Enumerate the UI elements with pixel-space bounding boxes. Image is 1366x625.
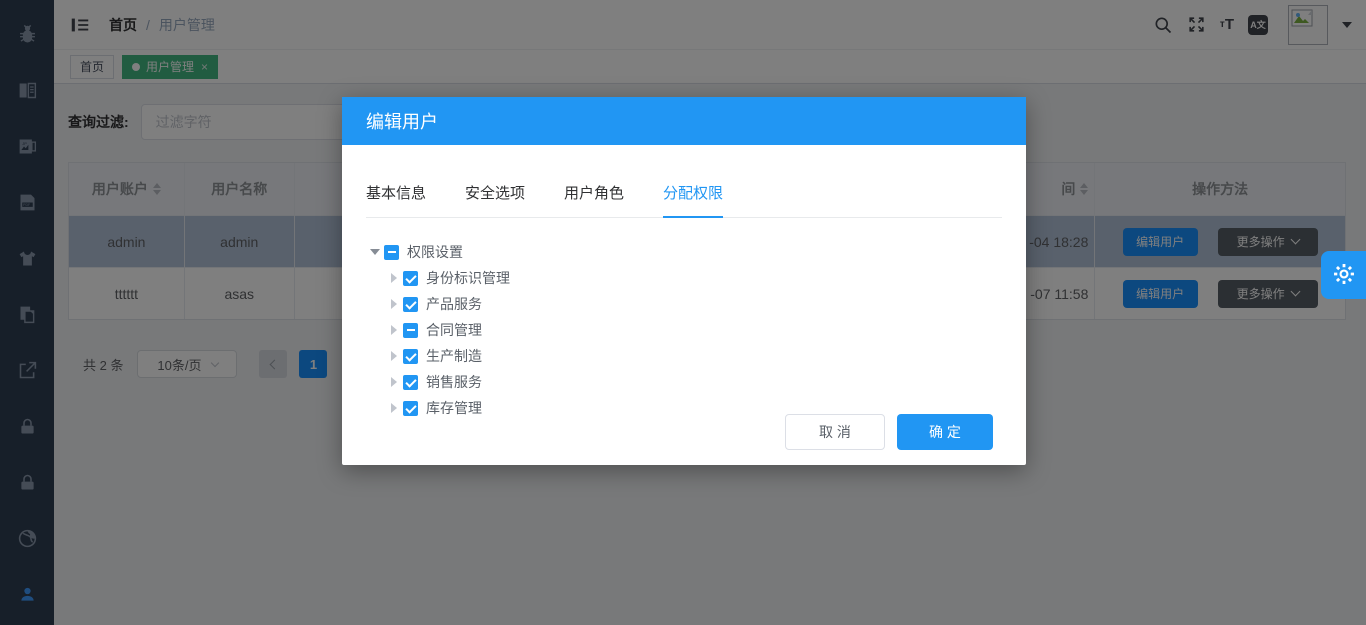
dialog-tabs: 基本信息 安全选项 用户角色 分配权限: [366, 182, 1002, 218]
tree-node[interactable]: 产品服务: [389, 291, 1026, 317]
tab-user-roles[interactable]: 用户角色: [564, 182, 624, 218]
checkbox-checked[interactable]: [403, 401, 418, 416]
tree-node-label: 销售服务: [426, 372, 482, 392]
gear-icon: [1331, 261, 1357, 290]
tree-node-label: 身份标识管理: [426, 268, 510, 288]
dialog-footer: 取 消 确 定: [785, 414, 993, 450]
tab-basic-info[interactable]: 基本信息: [366, 182, 426, 218]
checkbox-indeterminate[interactable]: [384, 245, 399, 260]
checkbox-checked[interactable]: [403, 349, 418, 364]
caret-collapsed-icon[interactable]: [389, 403, 403, 413]
checkbox-checked[interactable]: [403, 297, 418, 312]
caret-expanded-icon[interactable]: [370, 244, 384, 260]
caret-collapsed-icon[interactable]: [389, 299, 403, 309]
tree-node[interactable]: 身份标识管理: [389, 265, 1026, 291]
tree-node-root[interactable]: 权限设置: [370, 239, 1026, 265]
dialog-header: 编辑用户: [342, 97, 1026, 145]
settings-fab[interactable]: [1321, 251, 1366, 299]
permission-tree: 权限设置 身份标识管理 产品服务 合同管理 生产制造 销售服务: [370, 239, 1026, 421]
tree-node[interactable]: 销售服务: [389, 369, 1026, 395]
caret-collapsed-icon[interactable]: [389, 325, 403, 335]
tree-node-label: 权限设置: [407, 242, 463, 262]
tree-node-label: 生产制造: [426, 346, 482, 366]
checkbox-indeterminate[interactable]: [403, 323, 418, 338]
caret-collapsed-icon[interactable]: [389, 377, 403, 387]
dialog-title: 编辑用户: [366, 108, 438, 134]
tab-assign-permissions[interactable]: 分配权限: [663, 182, 723, 218]
tree-node[interactable]: 合同管理: [389, 317, 1026, 343]
confirm-button[interactable]: 确 定: [897, 414, 993, 450]
edit-user-dialog: 编辑用户 基本信息 安全选项 用户角色 分配权限 权限设置 身份标识管理 产品服…: [342, 97, 1026, 465]
caret-collapsed-icon[interactable]: [389, 273, 403, 283]
checkbox-checked[interactable]: [403, 271, 418, 286]
checkbox-checked[interactable]: [403, 375, 418, 390]
caret-collapsed-icon[interactable]: [389, 351, 403, 361]
cancel-button[interactable]: 取 消: [785, 414, 885, 450]
tree-node-label: 库存管理: [426, 398, 482, 418]
tab-security-options[interactable]: 安全选项: [465, 182, 525, 218]
tree-node[interactable]: 生产制造: [389, 343, 1026, 369]
tree-node-label: 产品服务: [426, 294, 482, 314]
tree-node-label: 合同管理: [426, 320, 482, 340]
